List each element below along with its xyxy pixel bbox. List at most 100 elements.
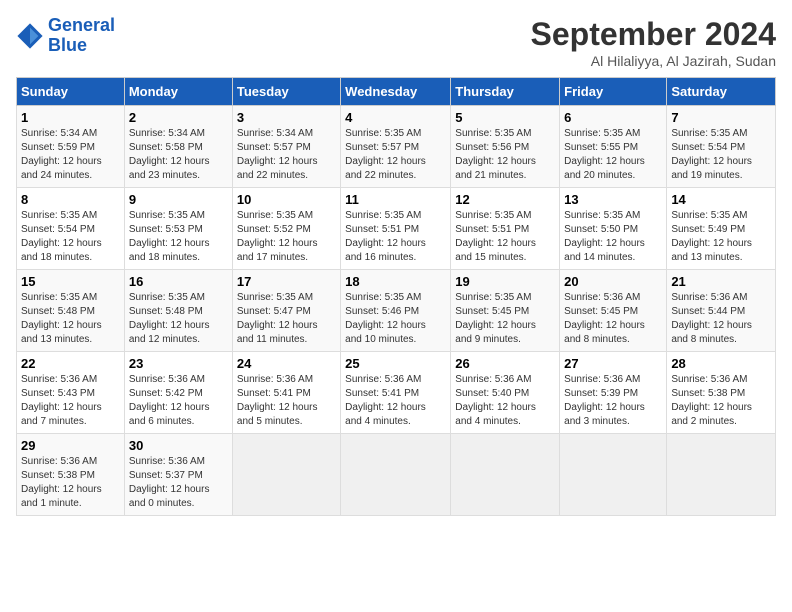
week-row-5: 29Sunrise: 5:36 AM Sunset: 5:38 PM Dayli…	[17, 434, 776, 516]
cell-info: Sunrise: 5:34 AM Sunset: 5:58 PM Dayligh…	[129, 127, 228, 183]
title-area: September 2024 Al Hilaliyya, Al Jazirah,…	[531, 16, 776, 69]
day-number: 26	[455, 356, 555, 371]
calendar-cell: 28Sunrise: 5:36 AM Sunset: 5:38 PM Dayli…	[667, 352, 776, 434]
weekday-header-wednesday: Wednesday	[341, 78, 451, 106]
cell-info: Sunrise: 5:36 AM Sunset: 5:39 PM Dayligh…	[564, 373, 662, 429]
weekday-header-saturday: Saturday	[667, 78, 776, 106]
day-number: 17	[237, 274, 336, 289]
cell-info: Sunrise: 5:35 AM Sunset: 5:54 PM Dayligh…	[21, 209, 120, 265]
cell-info: Sunrise: 5:35 AM Sunset: 5:47 PM Dayligh…	[237, 291, 336, 347]
day-number: 19	[455, 274, 555, 289]
day-number: 10	[237, 192, 336, 207]
calendar-cell: 21 Sunrise: 5:36 AM Sunset: 5:44 PM Dayli…	[667, 270, 776, 352]
calendar-cell: 14 Sunrise: 5:35 AM Sunset: 5:49 PM Dayli…	[667, 188, 776, 270]
cell-info: Sunrise: 5:36 AM Sunset: 5:45 PM Dayligh…	[564, 291, 662, 347]
cell-info: Sunrise: 5:36 AM Sunset: 5:42 PM Dayligh…	[129, 373, 228, 429]
calendar-cell: 17 Sunrise: 5:35 AM Sunset: 5:47 PM Dayli…	[232, 270, 340, 352]
day-number: 14	[671, 192, 771, 207]
week-row-4: 22 Sunrise: 5:36 AM Sunset: 5:43 PM Dayli…	[17, 352, 776, 434]
calendar-cell	[341, 434, 451, 516]
day-number: 27	[564, 356, 662, 371]
calendar-cell	[667, 434, 776, 516]
day-number: 8	[21, 192, 120, 207]
calendar-cell: 24 Sunrise: 5:36 AM Sunset: 5:41 PM Dayli…	[232, 352, 340, 434]
calendar-cell: 18 Sunrise: 5:35 AM Sunset: 5:46 PM Dayli…	[341, 270, 451, 352]
calendar-cell: 19 Sunrise: 5:35 AM Sunset: 5:45 PM Dayli…	[451, 270, 560, 352]
day-number: 9	[129, 192, 228, 207]
cell-info: Sunrise: 5:36 AM Sunset: 5:43 PM Dayligh…	[21, 373, 120, 429]
cell-info: Sunrise: 5:35 AM Sunset: 5:45 PM Dayligh…	[455, 291, 555, 347]
day-number: 12	[455, 192, 555, 207]
calendar-cell: 5 Sunrise: 5:35 AM Sunset: 5:56 PM Daylig…	[451, 106, 560, 188]
day-number: 24	[237, 356, 336, 371]
calendar-cell: 13 Sunrise: 5:35 AM Sunset: 5:50 PM Dayli…	[560, 188, 667, 270]
month-title: September 2024	[531, 16, 776, 53]
calendar-cell: 27 Sunrise: 5:36 AM Sunset: 5:39 PM Dayli…	[560, 352, 667, 434]
cell-info: Sunrise: 5:35 AM Sunset: 5:52 PM Dayligh…	[237, 209, 336, 265]
cell-info: Sunrise: 5:36 AM Sunset: 5:41 PM Dayligh…	[345, 373, 446, 429]
cell-info: Sunrise: 5:35 AM Sunset: 5:55 PM Dayligh…	[564, 127, 662, 183]
week-row-2: 8 Sunrise: 5:35 AM Sunset: 5:54 PM Daylig…	[17, 188, 776, 270]
day-number: 21	[671, 274, 771, 289]
day-number: 18	[345, 274, 446, 289]
day-number: 13	[564, 192, 662, 207]
cell-info: Sunrise: 5:35 AM Sunset: 5:50 PM Dayligh…	[564, 209, 662, 265]
day-number: 5	[455, 110, 555, 125]
logo-text: General Blue	[48, 16, 115, 56]
calendar-cell	[232, 434, 340, 516]
weekday-header-tuesday: Tuesday	[232, 78, 340, 106]
calendar-cell: 23Sunrise: 5:36 AM Sunset: 5:42 PM Dayli…	[124, 352, 232, 434]
cell-info: Sunrise: 5:35 AM Sunset: 5:54 PM Dayligh…	[671, 127, 771, 183]
weekday-header-thursday: Thursday	[451, 78, 560, 106]
day-number: 25	[345, 356, 446, 371]
header: General Blue September 2024 Al Hilaliyya…	[16, 16, 776, 69]
calendar-cell: 7 Sunrise: 5:35 AM Sunset: 5:54 PM Daylig…	[667, 106, 776, 188]
calendar-cell: 1 Sunrise: 5:34 AM Sunset: 5:59 PM Daylig…	[17, 106, 125, 188]
calendar-cell: 20Sunrise: 5:36 AM Sunset: 5:45 PM Dayli…	[560, 270, 667, 352]
calendar-table: SundayMondayTuesdayWednesdayThursdayFrid…	[16, 77, 776, 516]
day-number: 28	[671, 356, 771, 371]
calendar-cell: 6 Sunrise: 5:35 AM Sunset: 5:55 PM Daylig…	[560, 106, 667, 188]
cell-info: Sunrise: 5:35 AM Sunset: 5:56 PM Dayligh…	[455, 127, 555, 183]
cell-info: Sunrise: 5:35 AM Sunset: 5:49 PM Dayligh…	[671, 209, 771, 265]
calendar-cell: 15Sunrise: 5:35 AM Sunset: 5:48 PM Dayli…	[17, 270, 125, 352]
calendar-cell	[560, 434, 667, 516]
weekday-header-row: SundayMondayTuesdayWednesdayThursdayFrid…	[17, 78, 776, 106]
calendar-cell: 3 Sunrise: 5:34 AM Sunset: 5:57 PM Daylig…	[232, 106, 340, 188]
weekday-header-sunday: Sunday	[17, 78, 125, 106]
day-number: 7	[671, 110, 771, 125]
cell-info: Sunrise: 5:34 AM Sunset: 5:59 PM Dayligh…	[21, 127, 120, 183]
weekday-header-friday: Friday	[560, 78, 667, 106]
cell-info: Sunrise: 5:35 AM Sunset: 5:53 PM Dayligh…	[129, 209, 228, 265]
day-number: 3	[237, 110, 336, 125]
day-number: 22	[21, 356, 120, 371]
day-number: 6	[564, 110, 662, 125]
calendar-cell: 11Sunrise: 5:35 AM Sunset: 5:51 PM Dayli…	[341, 188, 451, 270]
calendar-cell	[451, 434, 560, 516]
weekday-header-monday: Monday	[124, 78, 232, 106]
calendar-cell: 29Sunrise: 5:36 AM Sunset: 5:38 PM Dayli…	[17, 434, 125, 516]
calendar-cell: 25 Sunrise: 5:36 AM Sunset: 5:41 PM Dayli…	[341, 352, 451, 434]
calendar-cell: 10 Sunrise: 5:35 AM Sunset: 5:52 PM Dayli…	[232, 188, 340, 270]
cell-info: Sunrise: 5:34 AM Sunset: 5:57 PM Dayligh…	[237, 127, 336, 183]
calendar-cell: 4Sunrise: 5:35 AM Sunset: 5:57 PM Daylig…	[341, 106, 451, 188]
cell-info: Sunrise: 5:35 AM Sunset: 5:51 PM Dayligh…	[455, 209, 555, 265]
week-row-1: 1 Sunrise: 5:34 AM Sunset: 5:59 PM Daylig…	[17, 106, 776, 188]
week-row-3: 15Sunrise: 5:35 AM Sunset: 5:48 PM Dayli…	[17, 270, 776, 352]
cell-info: Sunrise: 5:36 AM Sunset: 5:44 PM Dayligh…	[671, 291, 771, 347]
calendar-cell: 30 Sunrise: 5:36 AM Sunset: 5:37 PM Dayli…	[124, 434, 232, 516]
cell-info: Sunrise: 5:36 AM Sunset: 5:40 PM Dayligh…	[455, 373, 555, 429]
day-number: 30	[129, 438, 228, 453]
calendar-cell: 26 Sunrise: 5:36 AM Sunset: 5:40 PM Dayli…	[451, 352, 560, 434]
day-number: 2	[129, 110, 228, 125]
logo-icon	[16, 22, 44, 50]
cell-info: Sunrise: 5:35 AM Sunset: 5:51 PM Dayligh…	[345, 209, 446, 265]
calendar-cell: 8 Sunrise: 5:35 AM Sunset: 5:54 PM Daylig…	[17, 188, 125, 270]
cell-info: Sunrise: 5:36 AM Sunset: 5:41 PM Dayligh…	[237, 373, 336, 429]
cell-info: Sunrise: 5:35 AM Sunset: 5:46 PM Dayligh…	[345, 291, 446, 347]
cell-info: Sunrise: 5:36 AM Sunset: 5:37 PM Dayligh…	[129, 455, 228, 511]
day-number: 1	[21, 110, 120, 125]
calendar-cell: 2 Sunrise: 5:34 AM Sunset: 5:58 PM Daylig…	[124, 106, 232, 188]
calendar-cell: 22 Sunrise: 5:36 AM Sunset: 5:43 PM Dayli…	[17, 352, 125, 434]
location-title: Al Hilaliyya, Al Jazirah, Sudan	[531, 53, 776, 69]
